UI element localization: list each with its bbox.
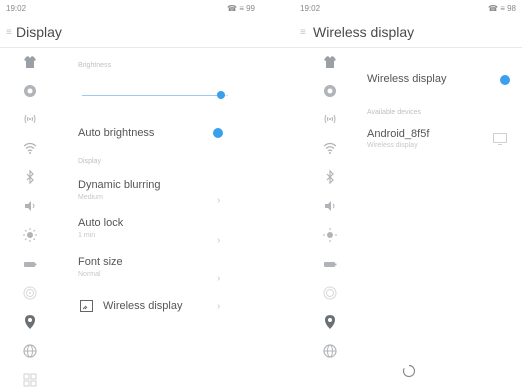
dynamic-blurring-label: Dynamic blurring: [78, 179, 161, 191]
wireless-display-icon: [80, 299, 93, 317]
monitor-icon: [493, 132, 507, 150]
brightness-slider-thumb[interactable]: [217, 91, 225, 99]
sim-signal-icon[interactable]: [322, 111, 338, 127]
shirt-icon[interactable]: [322, 54, 338, 70]
font-size-label: Font size: [78, 256, 123, 268]
fingerprint-icon[interactable]: [22, 285, 38, 301]
header: ≡ Display: [0, 18, 261, 48]
chevron-right-icon: ›: [217, 273, 221, 284]
loading-spinner-icon: [402, 364, 416, 378]
dynamic-blurring-value: Medium: [78, 194, 103, 201]
wireless-display-list: Wireless display Available devices Andro…: [367, 50, 522, 388]
location-icon[interactable]: [22, 83, 38, 99]
battery-icon[interactable]: [322, 256, 338, 272]
wifi-icon[interactable]: [322, 140, 338, 156]
battery-icon[interactable]: [22, 256, 38, 272]
chevron-right-icon: ›: [217, 235, 221, 246]
auto-lock-value: 1 min: [78, 232, 96, 239]
location-pin-icon[interactable]: [22, 314, 38, 330]
display-settings-screen: 19:02 ☎ ≡ 99 ≡ Display Brightness Auto b…: [0, 0, 261, 388]
menu-icon[interactable]: ≡: [6, 27, 12, 38]
sim-signal-icon[interactable]: [22, 111, 38, 127]
globe-icon[interactable]: [322, 343, 338, 359]
brightness-sun-icon[interactable]: [22, 227, 38, 243]
chevron-right-icon: ›: [217, 195, 221, 206]
menu-icon[interactable]: ≡: [300, 27, 306, 38]
location-pin-icon[interactable]: [322, 314, 338, 330]
wireless-display-label: Wireless display: [367, 73, 447, 85]
display-settings-list: Brightness Auto brightness Display Dynam…: [78, 50, 261, 388]
status-time: 19:02: [6, 4, 27, 13]
brightness-sun-icon[interactable]: [322, 227, 338, 243]
page-title: Display: [16, 24, 62, 40]
status-icons: ☎ ≡ 98: [488, 4, 516, 13]
wireless-display-screen: 19:02 ☎ ≡ 98 ≡ Wireless display Wireless…: [261, 0, 522, 388]
auto-brightness-label: Auto brightness: [78, 127, 155, 139]
brightness-slider[interactable]: [82, 88, 228, 102]
auto-lock-label: Auto lock: [78, 217, 124, 229]
fingerprint-icon[interactable]: [322, 285, 338, 301]
wireless-display-label: Wireless display: [103, 300, 183, 312]
auto-brightness-toggle[interactable]: [213, 128, 223, 138]
bluetooth-icon[interactable]: [22, 169, 38, 185]
font-size-value: Normal: [78, 271, 101, 278]
sidebar-icons: [300, 50, 360, 388]
status-time: 19:02: [300, 4, 321, 13]
brightness-slider-fill: [82, 95, 221, 96]
shirt-icon[interactable]: [22, 54, 38, 70]
status-bar: 19:02 ☎ ≡ 99: [0, 0, 261, 18]
header: ≡ Wireless display: [261, 18, 522, 48]
volume-icon[interactable]: [22, 198, 38, 214]
status-bar: 19:02 ☎ ≡ 98: [261, 0, 522, 18]
wireless-display-toggle[interactable]: [500, 75, 510, 85]
apps-grid-icon[interactable]: [22, 372, 38, 388]
brightness-label: Brightness: [78, 62, 112, 69]
globe-icon[interactable]: [22, 343, 38, 359]
available-devices-header: Available devices: [367, 109, 421, 116]
bluetooth-icon[interactable]: [322, 169, 338, 185]
location-icon[interactable]: [322, 83, 338, 99]
device-name: Android_8f5f: [367, 128, 430, 140]
chevron-right-icon: ›: [217, 301, 221, 312]
sidebar-icons: [0, 50, 60, 388]
wifi-icon[interactable]: [22, 140, 38, 156]
display-section-header: Display: [78, 158, 101, 165]
volume-icon[interactable]: [322, 198, 338, 214]
page-title: Wireless display: [313, 24, 415, 40]
status-icons: ☎ ≡ 99: [227, 4, 255, 13]
device-status: Wireless display: [367, 142, 418, 149]
